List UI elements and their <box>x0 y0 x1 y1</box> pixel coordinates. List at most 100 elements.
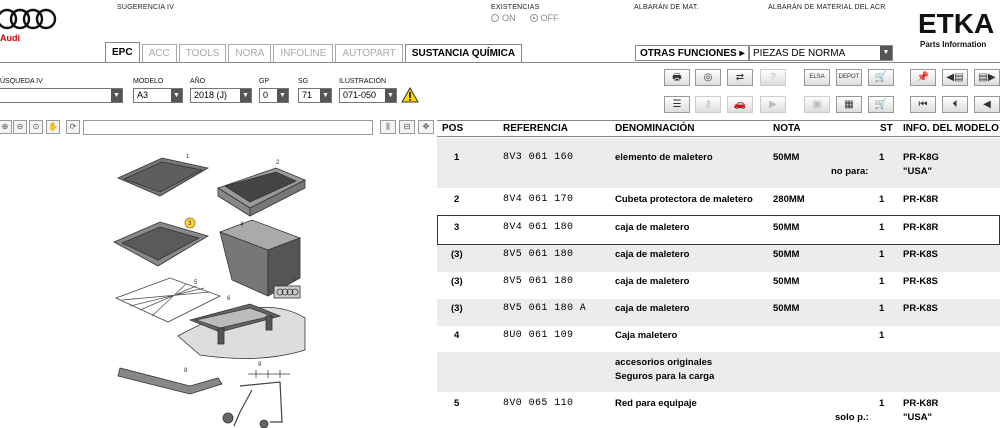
ilustracion-select[interactable]: 071-050 ▼ <box>339 88 397 103</box>
multi-cart-icon[interactable]: ▦ <box>836 96 862 113</box>
callout-2[interactable]: 2 <box>276 160 280 166</box>
chevron-down-icon[interactable]: ▼ <box>277 89 288 102</box>
ano-select[interactable]: 2018 (J) ▼ <box>190 88 252 103</box>
tab-acc[interactable]: ACC <box>141 44 177 62</box>
col-st[interactable]: ST <box>880 123 893 134</box>
row-ref: 8V5 061 180 <box>503 249 574 260</box>
list-icon[interactable]: ☰ <box>664 96 690 113</box>
existencias-label: EXISTENCIAS <box>491 4 540 11</box>
warning-icon[interactable] <box>401 87 419 103</box>
chevron-down-icon[interactable]: ▼ <box>111 89 122 102</box>
row-sub-info: "USA" <box>903 412 933 423</box>
table-row[interactable]: (3) 8V5 061 180 A caja de maletero 50MM … <box>437 299 1000 326</box>
back-icon[interactable]: ◀ <box>974 96 1000 113</box>
disc-icon[interactable]: ◎ <box>695 69 721 86</box>
pin-icon[interactable]: 📌 <box>910 69 936 86</box>
depot-icon[interactable]: DEPOT <box>836 69 862 86</box>
rotate-icon[interactable]: ⟳ <box>66 120 80 134</box>
table-row[interactable]: 2 8V4 061 170 Cubeta protectora de malet… <box>437 188 1000 214</box>
piezas-norma-select[interactable]: PIEZAS DE NORMA ▼ <box>749 45 893 61</box>
table-row-selected[interactable]: 3 8V4 061 180 caja de maletero 50MM 1 PR… <box>437 215 1000 245</box>
chevron-down-icon[interactable]: ▼ <box>240 89 251 102</box>
prev-icon[interactable]: ⏴ <box>942 96 968 113</box>
car-icon[interactable]: 🚗 <box>727 96 753 113</box>
col-pos[interactable]: POS <box>442 123 463 134</box>
etka-logo: ETKA <box>918 8 995 39</box>
existencias-on-radio[interactable]: ON <box>491 13 516 23</box>
tab-nora[interactable]: NORA <box>228 44 272 62</box>
row-sub-info: "USA" <box>903 166 933 177</box>
help-icon[interactable]: ? <box>760 69 786 86</box>
tab-epc[interactable]: EPC <box>105 42 140 62</box>
row-nota: 50MM <box>773 222 800 233</box>
expand-icon[interactable]: ✥ <box>418 120 434 134</box>
callout-6[interactable]: 6 <box>227 296 231 302</box>
zoom-in-icon[interactable]: ⊕ <box>0 120 12 134</box>
tab-divider <box>0 62 1000 63</box>
tab-tools[interactable]: TOOLS <box>178 44 227 62</box>
row-pos: 4 <box>454 330 460 341</box>
row-nota: 50MM <box>773 152 800 163</box>
chevron-down-icon[interactable]: ▼ <box>171 89 182 102</box>
callout-5[interactable]: 5 <box>194 280 198 286</box>
image-search-field[interactable] <box>83 120 373 135</box>
chevron-down-icon[interactable]: ▼ <box>320 89 331 102</box>
busqueda-select[interactable]: ▼ <box>0 88 123 103</box>
image-cart-icon[interactable]: ▣ <box>804 96 830 113</box>
transfer-icon[interactable]: ⇄ <box>727 69 753 86</box>
modelo-select[interactable]: A3 ▼ <box>133 88 183 103</box>
row-pos: 2 <box>454 194 460 205</box>
row-pos: (3) <box>451 249 463 260</box>
ilustracion-value: 071-050 <box>343 90 377 100</box>
next-page-icon[interactable]: ▤▶ <box>974 69 1000 86</box>
zoom-fit-icon[interactable]: ⊙ <box>29 120 43 134</box>
row-pos: 5 <box>454 398 460 409</box>
row-st: 1 <box>879 222 885 233</box>
albaran-mat-label[interactable]: ALBARÁN DE MAT. <box>634 4 699 11</box>
depot-text: DEPOT <box>838 74 860 80</box>
tab-autopart[interactable]: AUTOPART <box>335 44 403 62</box>
table-row[interactable]: 1 8V3 061 160 elemento de maletero 50MM … <box>437 138 1000 188</box>
modelo-label: MODELO <box>133 78 164 85</box>
gp-select[interactable]: 0 ▼ <box>259 88 289 103</box>
callout-9[interactable]: 9 <box>258 362 262 368</box>
chevron-down-icon[interactable]: ▼ <box>385 89 396 102</box>
col-denominacion[interactable]: DENOMINACIÓN <box>615 123 694 134</box>
tab-infoline[interactable]: INFOLINE <box>273 44 334 62</box>
row-denom: elemento de maletero <box>615 152 713 163</box>
albaran-acr-label[interactable]: ALBARÁN DE MATERIAL DEL ACR <box>768 4 886 11</box>
cart-list-icon[interactable]: 🛒 <box>868 96 894 113</box>
callout-1[interactable]: 1 <box>186 154 190 160</box>
next-icon[interactable]: ▶ <box>760 96 786 113</box>
otras-funciones-button[interactable]: OTRAS FUNCIONES ▸ <box>635 45 750 61</box>
parts-illustration[interactable]: 1 2 3 4 5 6 7 8 9 <box>100 150 430 428</box>
table-row[interactable]: 5 8V0 065 110 Red para equipaje 1 PR-K8R… <box>437 392 1000 428</box>
split-view-icon[interactable]: ⫼ <box>380 120 396 134</box>
prev-page-icon[interactable]: ◀▤ <box>942 69 968 86</box>
table-row[interactable]: (3) 8V5 061 180 caja de maletero 50MM 1 … <box>437 272 1000 299</box>
row-ref: 8V5 061 180 A <box>503 303 587 314</box>
callout-8[interactable]: 8 <box>184 368 188 374</box>
cart-icon[interactable]: 🛒 <box>868 69 894 86</box>
image-toolbar: ⊕ ⊖ ⊙ ✋ ⟳ ⫼ ⊟ ✥ <box>0 120 437 136</box>
key-icon[interactable]: ⚷ <box>695 96 721 113</box>
zoom-out-icon[interactable]: ⊖ <box>13 120 27 134</box>
sg-select[interactable]: 71 ▼ <box>298 88 332 103</box>
layout-icon[interactable]: ⊟ <box>399 120 415 134</box>
col-nota[interactable]: NOTA <box>773 123 801 134</box>
hand-icon[interactable]: ✋ <box>46 120 60 134</box>
table-row[interactable]: (3) 8V5 061 180 caja de maletero 50MM 1 … <box>437 245 1000 272</box>
first-icon[interactable]: ⏮ <box>910 96 936 113</box>
chevron-down-icon[interactable]: ▼ <box>880 46 892 60</box>
existencias-off-radio[interactable]: OFF <box>529 13 559 23</box>
row-sub-label: no para: <box>831 166 869 177</box>
row-info: PR-K8R <box>903 194 939 205</box>
tab-sustancia-quimica[interactable]: SUSTANCIA QUÍMICA <box>404 44 523 62</box>
col-info-modelo[interactable]: INFO. DEL MODELO <box>903 123 999 134</box>
col-referencia[interactable]: REFERENCIA <box>503 123 568 134</box>
elsa-icon[interactable]: ELSA <box>804 69 830 86</box>
row-denom: Caja maletero <box>615 330 678 341</box>
print-icon[interactable]: 🖶 <box>664 69 690 86</box>
table-row[interactable]: 4 8U0 061 109 Caja maletero 1 <box>437 326 1000 352</box>
row-nota: 280MM <box>773 194 805 205</box>
